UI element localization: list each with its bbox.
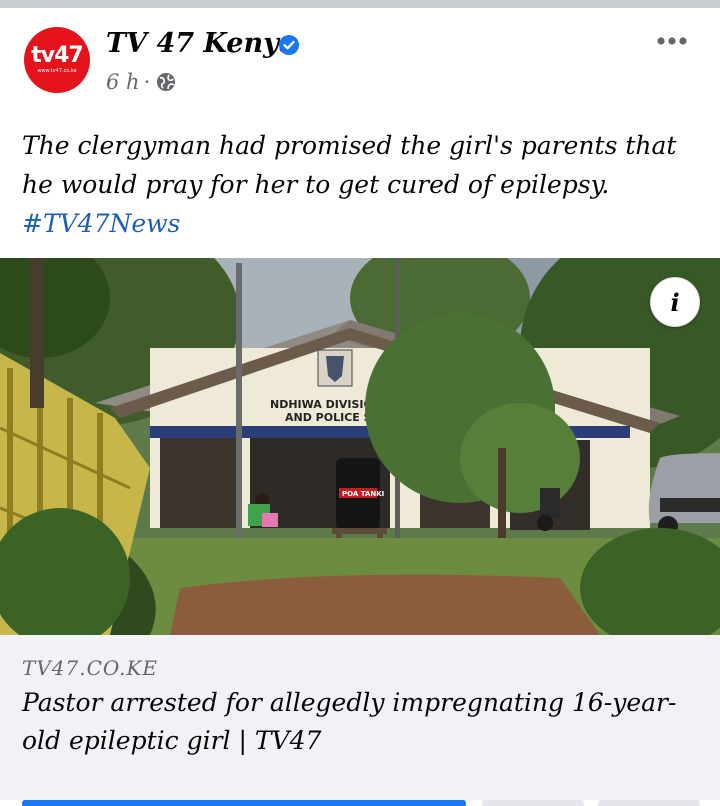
tank-label: POA TANKI <box>342 490 384 498</box>
top-divider <box>0 0 720 8</box>
globe-icon[interactable] <box>156 72 176 92</box>
page-name[interactable]: TV 47 Kenya <box>106 26 296 62</box>
post-photo[interactable]: NDHIWA DIVISIONAL H AND POLICE S POA TAN… <box>0 258 720 635</box>
meta-separator: · <box>143 70 151 94</box>
info-icon[interactable]: i <box>650 277 700 327</box>
sign-line-2: AND POLICE S <box>285 411 372 424</box>
avatar-logo-text: tv47 <box>31 43 83 68</box>
link-domain: TV47.CO.KE <box>22 656 159 680</box>
post-body: The clergyman had promised the girl's pa… <box>22 131 677 199</box>
tertiary-action-button[interactable] <box>598 800 700 806</box>
page-avatar[interactable]: tv47 www.tv47.co.ke <box>24 27 90 93</box>
primary-action-button[interactable] <box>22 800 466 806</box>
secondary-action-button[interactable] <box>482 800 584 806</box>
more-options-icon[interactable] <box>652 30 692 52</box>
post-time[interactable]: 6 h <box>106 70 140 94</box>
post-meta: 6 h · <box>106 70 176 94</box>
hashtag-link[interactable]: #TV47News <box>22 209 180 238</box>
link-headline[interactable]: Pastor arrested for allegedly impregnati… <box>22 684 702 760</box>
verified-badge-icon <box>279 35 299 55</box>
avatar-url-text: www.tv47.co.ke <box>37 68 77 74</box>
post-text: The clergyman had promised the girl's pa… <box>22 126 692 243</box>
